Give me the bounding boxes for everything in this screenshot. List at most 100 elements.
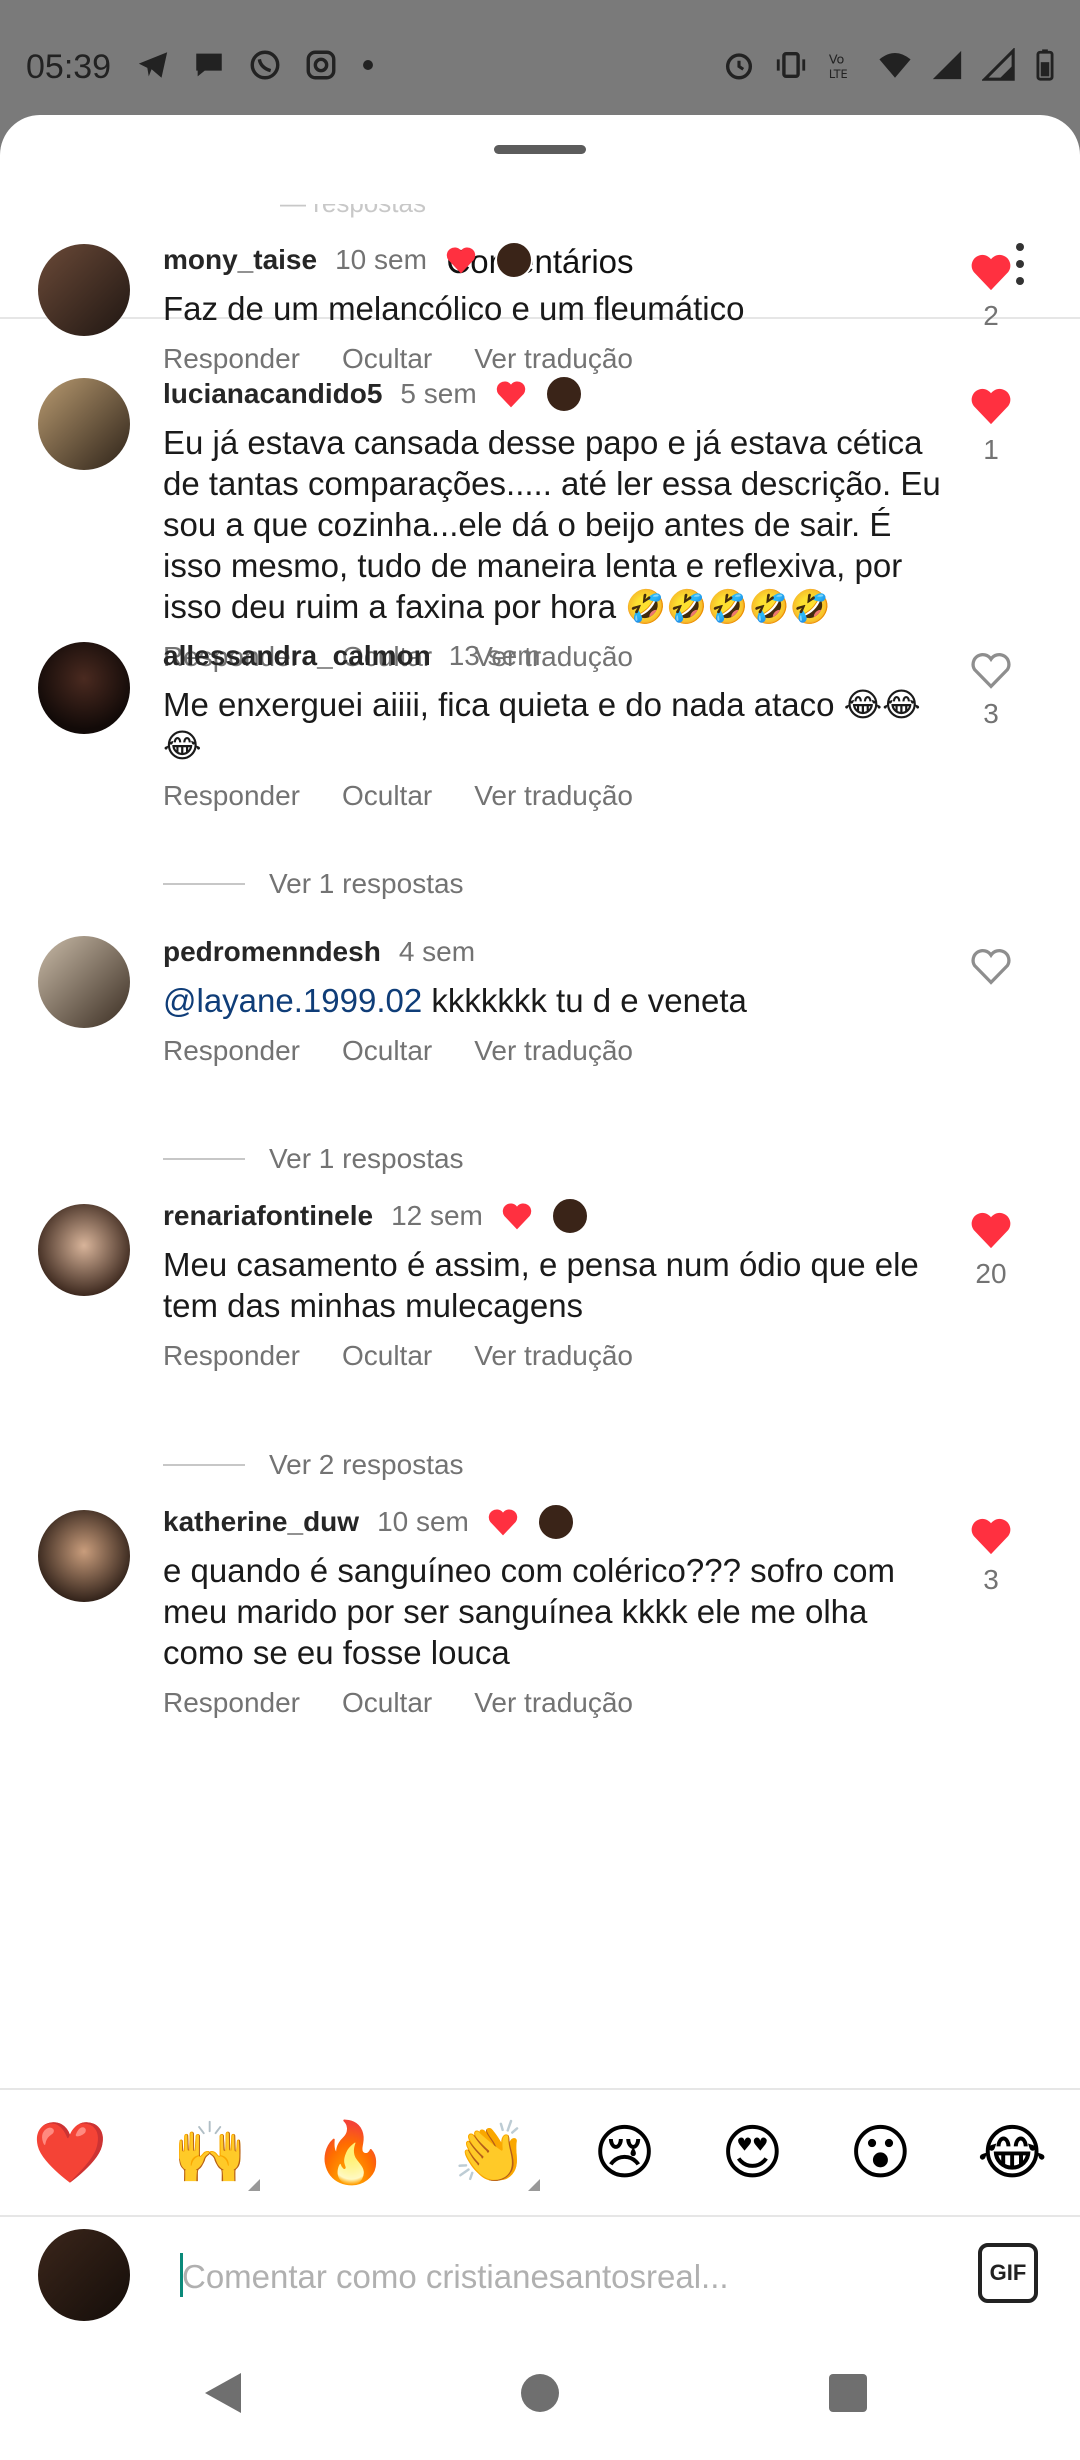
battery-icon: [1036, 49, 1054, 81]
drag-handle[interactable]: [494, 145, 586, 154]
view-replies-label[interactable]: Ver 1 respostas: [269, 1143, 464, 1175]
creator-avatar: [494, 241, 533, 279]
comment-time: 13 sem: [448, 640, 541, 671]
avatar[interactable]: [38, 1204, 130, 1296]
like-count: 1: [983, 434, 999, 465]
comment-username[interactable]: katherine_duw: [163, 1506, 359, 1538]
reaction-crying-button[interactable]: 😢: [593, 2123, 656, 2183]
signal-icon-2: [982, 48, 1015, 81]
comments-list[interactable]: — respostas mony_taise 10 sem Faz de um …: [0, 204, 1080, 2088]
translate-button[interactable]: Ver tradução: [474, 780, 633, 812]
replies-divider: [163, 883, 245, 885]
comment-username[interactable]: pedromenndesh: [163, 936, 381, 968]
alarm-icon: [725, 53, 753, 80]
comment-text: Me enxerguei aiiii, fica quieta e do nad…: [163, 686, 921, 764]
comment-time: 5 sem: [400, 378, 477, 409]
text-caret: [180, 2253, 183, 2297]
hide-button[interactable]: Ocultar: [342, 1687, 432, 1719]
translate-button[interactable]: Ver tradução: [474, 1340, 633, 1372]
comment-username[interactable]: renariafontinele: [163, 1200, 373, 1232]
comment-time: 4 sem: [398, 936, 476, 967]
like-button[interactable]: [956, 946, 1026, 994]
comment-username[interactable]: allessandra_calmon: [163, 640, 431, 672]
reply-button[interactable]: Responder: [163, 1340, 300, 1372]
creator-liked-heart-icon: [502, 1203, 532, 1230]
avatar[interactable]: [38, 642, 130, 734]
comment-text: Faz de um melancólico e um fleumático: [163, 290, 745, 327]
like-count: 2: [983, 300, 999, 331]
hide-button[interactable]: Ocultar: [342, 343, 432, 375]
view-replies-button[interactable]: Ver 2 respostas: [163, 1449, 464, 1481]
like-count: 20: [975, 1258, 1007, 1289]
comment-time: 12 sem: [391, 1200, 483, 1231]
creator-liked-heart-icon: [488, 1509, 518, 1536]
like-button[interactable]: 1: [956, 386, 1026, 466]
heart-filled-icon: [971, 254, 1011, 291]
comment-username[interactable]: lucianacandido5: [163, 378, 382, 410]
like-button[interactable]: 20: [956, 1210, 1026, 1290]
comment-text: Eu já estava cansada desse papo e já est…: [163, 424, 941, 625]
view-replies-label[interactable]: Ver 2 respostas: [269, 1449, 464, 1481]
reaction-raised-hands-button[interactable]: 🙌: [173, 2123, 260, 2191]
system-nav-bar: [0, 2335, 1080, 2460]
comment-text: e quando é sanguíneo com colérico??? sof…: [163, 1552, 895, 1671]
dot-icon: [363, 60, 373, 70]
instagram-icon: [306, 50, 336, 80]
reaction-heart-eyes-button[interactable]: 😍: [721, 2123, 784, 2183]
view-replies-button[interactable]: Ver 1 respostas: [163, 868, 464, 900]
chat-icon: [196, 53, 222, 77]
reaction-clap-button[interactable]: 👏: [453, 2123, 540, 2191]
comment-time: 10 sem: [377, 1506, 469, 1537]
comment-time: 10 sem: [335, 244, 427, 275]
status-time: 05:39: [26, 48, 112, 86]
hide-button[interactable]: Ocultar: [342, 1340, 432, 1372]
telegram-icon: [138, 52, 168, 78]
comment-input[interactable]: [180, 2251, 784, 2303]
reaction-surprised-button[interactable]: 😮: [849, 2123, 912, 2183]
reply-button[interactable]: Responder: [163, 1687, 300, 1719]
view-replies-button[interactable]: Ver 1 respostas: [163, 1143, 464, 1175]
svg-text:LTE: LTE: [829, 67, 848, 81]
current-user-avatar: [38, 2229, 130, 2321]
comment-username[interactable]: mony_taise: [163, 244, 317, 276]
creator-liked-heart-icon: [496, 381, 525, 408]
home-icon[interactable]: [521, 2374, 559, 2412]
like-button[interactable]: 3: [956, 650, 1026, 730]
reaction-heart-button[interactable]: ❤️: [33, 2123, 108, 2183]
mention-link[interactable]: @layane.1999.02: [163, 982, 422, 1019]
like-count: 3: [983, 698, 999, 729]
replies-divider: [163, 1464, 245, 1466]
comment-input-bar: GIF: [0, 2215, 1080, 2335]
vibrate-icon: [776, 51, 806, 79]
translate-button[interactable]: Ver tradução: [474, 1035, 633, 1067]
like-button[interactable]: 3: [956, 1516, 1026, 1596]
recents-icon[interactable]: [829, 2374, 867, 2412]
wifi-icon: [879, 52, 911, 78]
heart-outline-icon: [971, 653, 1011, 689]
reply-button[interactable]: Responder: [163, 343, 300, 375]
comment-text: Meu casamento é assim, e pensa num ódio …: [163, 1246, 919, 1324]
back-icon[interactable]: [205, 2373, 241, 2413]
reply-button[interactable]: Responder: [163, 1035, 300, 1067]
avatar[interactable]: [38, 1510, 130, 1602]
hide-button[interactable]: Ocultar: [342, 780, 432, 812]
creator-avatar: [536, 1503, 575, 1541]
hide-button[interactable]: Ocultar: [342, 1035, 432, 1067]
status-bar: 05:39 Vo LTE: [0, 0, 1080, 115]
svg-text:Vo: Vo: [829, 53, 845, 68]
comment-text: @layane.1999.02 kkkkkkk tu d e veneta: [163, 982, 747, 1019]
creator-avatar: [550, 1197, 589, 1235]
like-button[interactable]: 2: [956, 252, 1026, 332]
avatar[interactable]: [38, 936, 130, 1028]
avatar[interactable]: [38, 244, 130, 336]
hidden-replies-text: — respostas: [280, 204, 426, 219]
reply-button[interactable]: Responder: [163, 780, 300, 812]
avatar[interactable]: [38, 378, 130, 470]
gif-button[interactable]: GIF: [978, 2243, 1038, 2303]
heart-filled-icon: [971, 1212, 1011, 1249]
translate-button[interactable]: Ver tradução: [474, 1687, 633, 1719]
translate-button[interactable]: Ver tradução: [474, 343, 633, 375]
reaction-fire-button[interactable]: 🔥: [313, 2123, 388, 2183]
view-replies-label[interactable]: Ver 1 respostas: [269, 868, 464, 900]
reaction-laughing-button[interactable]: 😂: [977, 2123, 1047, 2183]
